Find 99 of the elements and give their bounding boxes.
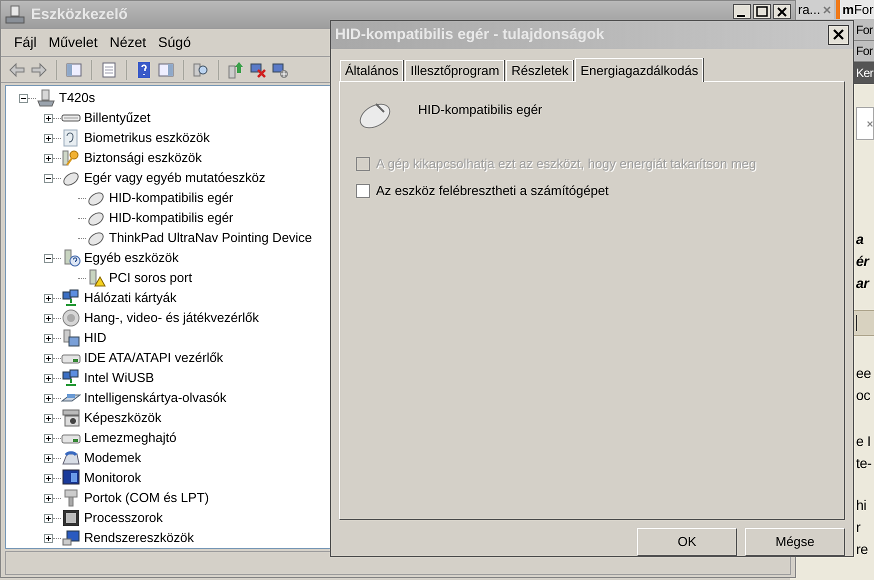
option-label: Az eszköz felébresztheti a számítógépet (376, 182, 609, 200)
expand-icon[interactable] (44, 474, 53, 482)
browser-tab[interactable]: ra... (795, 0, 834, 20)
text-line: hi (856, 496, 868, 516)
panel-icon[interactable] (157, 60, 175, 78)
text-line: te- (856, 454, 872, 474)
search-field[interactable] (856, 107, 874, 140)
speaker-icon (61, 309, 81, 327)
expand-icon[interactable] (44, 534, 53, 542)
tab[interactable]: Részletek (506, 60, 574, 81)
tree-item[interactable]: Hang-, video- és játékvezérlők (84, 308, 259, 328)
monitor-icon (61, 469, 81, 487)
collapse-icon[interactable] (19, 94, 28, 102)
tree-item[interactable]: IDE ATA/ATAPI vezérlők (84, 348, 224, 368)
computer-icon (5, 5, 25, 25)
tree-item[interactable]: ThinkPad UltraNav Pointing Device (109, 228, 312, 248)
tree-item[interactable]: Képeszközök (84, 408, 162, 428)
tree-item[interactable]: Biztonsági eszközök (84, 148, 202, 168)
forward-icon[interactable] (30, 60, 48, 78)
bookmark-item[interactable]: For (856, 42, 872, 60)
tree-item[interactable]: PCI soros port (109, 268, 192, 288)
menu-item[interactable]: Művelet (48, 32, 98, 53)
tree-item[interactable]: Modemek (84, 448, 142, 468)
expand-icon[interactable] (44, 414, 53, 422)
tree-item[interactable]: Portok (COM és LPT) (84, 488, 209, 508)
help-icon[interactable] (135, 60, 153, 78)
tree-item[interactable]: HID (84, 328, 106, 348)
menu-item[interactable]: Nézet (110, 32, 146, 53)
tree-item[interactable]: Intelligenskártya-olvasók (84, 388, 226, 408)
tab[interactable]: Energiagazdálkodás (575, 58, 704, 82)
text-line: ee (856, 364, 872, 384)
expand-icon[interactable] (44, 354, 53, 362)
tree-item[interactable]: Monitorok (84, 468, 142, 488)
close-button[interactable] (828, 24, 849, 45)
tree-item[interactable]: Egér vagy egyéb mutatóeszköz (84, 168, 266, 188)
expand-icon[interactable] (44, 454, 53, 462)
tree-item[interactable]: Processzorok (84, 508, 163, 528)
key-icon (61, 149, 81, 167)
expand-icon[interactable] (44, 114, 53, 122)
browser-tab[interactable]: mFor (836, 0, 874, 20)
camera-icon (61, 409, 81, 427)
add-device-icon[interactable] (271, 60, 289, 78)
expand-icon[interactable] (44, 334, 53, 342)
collapse-icon[interactable] (44, 174, 53, 182)
bookmark-item[interactable]: For (856, 20, 872, 39)
device-icon (61, 329, 81, 347)
tree-item[interactable]: T420s (59, 88, 96, 108)
update-icon[interactable] (227, 60, 245, 78)
text-line: ér (856, 252, 870, 272)
text-line: e I (856, 432, 872, 452)
text-line: a (856, 230, 864, 250)
tree-item[interactable]: Rendszereszközök (84, 528, 194, 548)
tree-item[interactable]: Billentyűzet (84, 108, 150, 128)
tree-item[interactable]: Lemezmeghajtó (84, 428, 176, 448)
expand-icon[interactable] (44, 134, 53, 142)
tab[interactable]: Illesztőprogram (405, 60, 504, 81)
network-icon (61, 289, 81, 307)
dialog-button[interactable]: Mégse (745, 528, 845, 556)
maximize-icon[interactable] (753, 4, 771, 19)
tree-item[interactable]: HID-kompatibilis egér (109, 188, 234, 208)
checkbox[interactable] (356, 184, 370, 198)
network-icon (61, 369, 81, 387)
expand-icon[interactable] (44, 494, 53, 502)
text-line: ar (856, 274, 870, 294)
tree-item[interactable]: Hálózati kártyák (84, 288, 176, 308)
text-line: r (856, 518, 862, 538)
tree-item[interactable]: Intel WiUSB (84, 368, 154, 388)
collapse-icon[interactable] (44, 254, 53, 262)
scan-icon[interactable] (192, 60, 210, 78)
expand-icon[interactable] (44, 434, 53, 442)
close-icon (833, 29, 844, 40)
text-line: oc (856, 386, 872, 406)
uninstall-icon[interactable] (249, 60, 267, 78)
expand-icon[interactable] (44, 514, 53, 522)
text-line: re (856, 540, 869, 560)
minimize-icon[interactable] (733, 4, 751, 19)
telephone-icon (61, 449, 81, 467)
close-icon[interactable] (773, 4, 791, 19)
window-title: Eszközkezelő (31, 4, 128, 25)
tree-item[interactable]: HID-kompatibilis egér (109, 208, 234, 228)
panel-icon[interactable] (65, 60, 83, 78)
header-text: Ker (856, 65, 874, 82)
expand-icon[interactable] (44, 294, 53, 302)
back-icon[interactable] (8, 60, 26, 78)
expand-icon[interactable] (44, 314, 53, 322)
device-name: HID-kompatibilis egér (418, 100, 542, 119)
tab[interactable]: Általános (340, 60, 404, 81)
properties-icon[interactable] (100, 60, 118, 78)
expand-icon[interactable] (44, 394, 53, 402)
computer-icon (36, 89, 56, 107)
chip-icon (61, 509, 81, 527)
menu-item[interactable]: Fájl (14, 32, 37, 53)
expand-icon[interactable] (44, 154, 53, 162)
computer-icon (61, 529, 81, 547)
expand-icon[interactable] (44, 374, 53, 382)
tree-item[interactable]: Egyéb eszközök (84, 248, 179, 268)
menu-item[interactable]: Súgó (158, 32, 191, 53)
tree-item[interactable]: Biometrikus eszközök (84, 128, 210, 148)
dialog-button[interactable]: OK (637, 528, 737, 556)
